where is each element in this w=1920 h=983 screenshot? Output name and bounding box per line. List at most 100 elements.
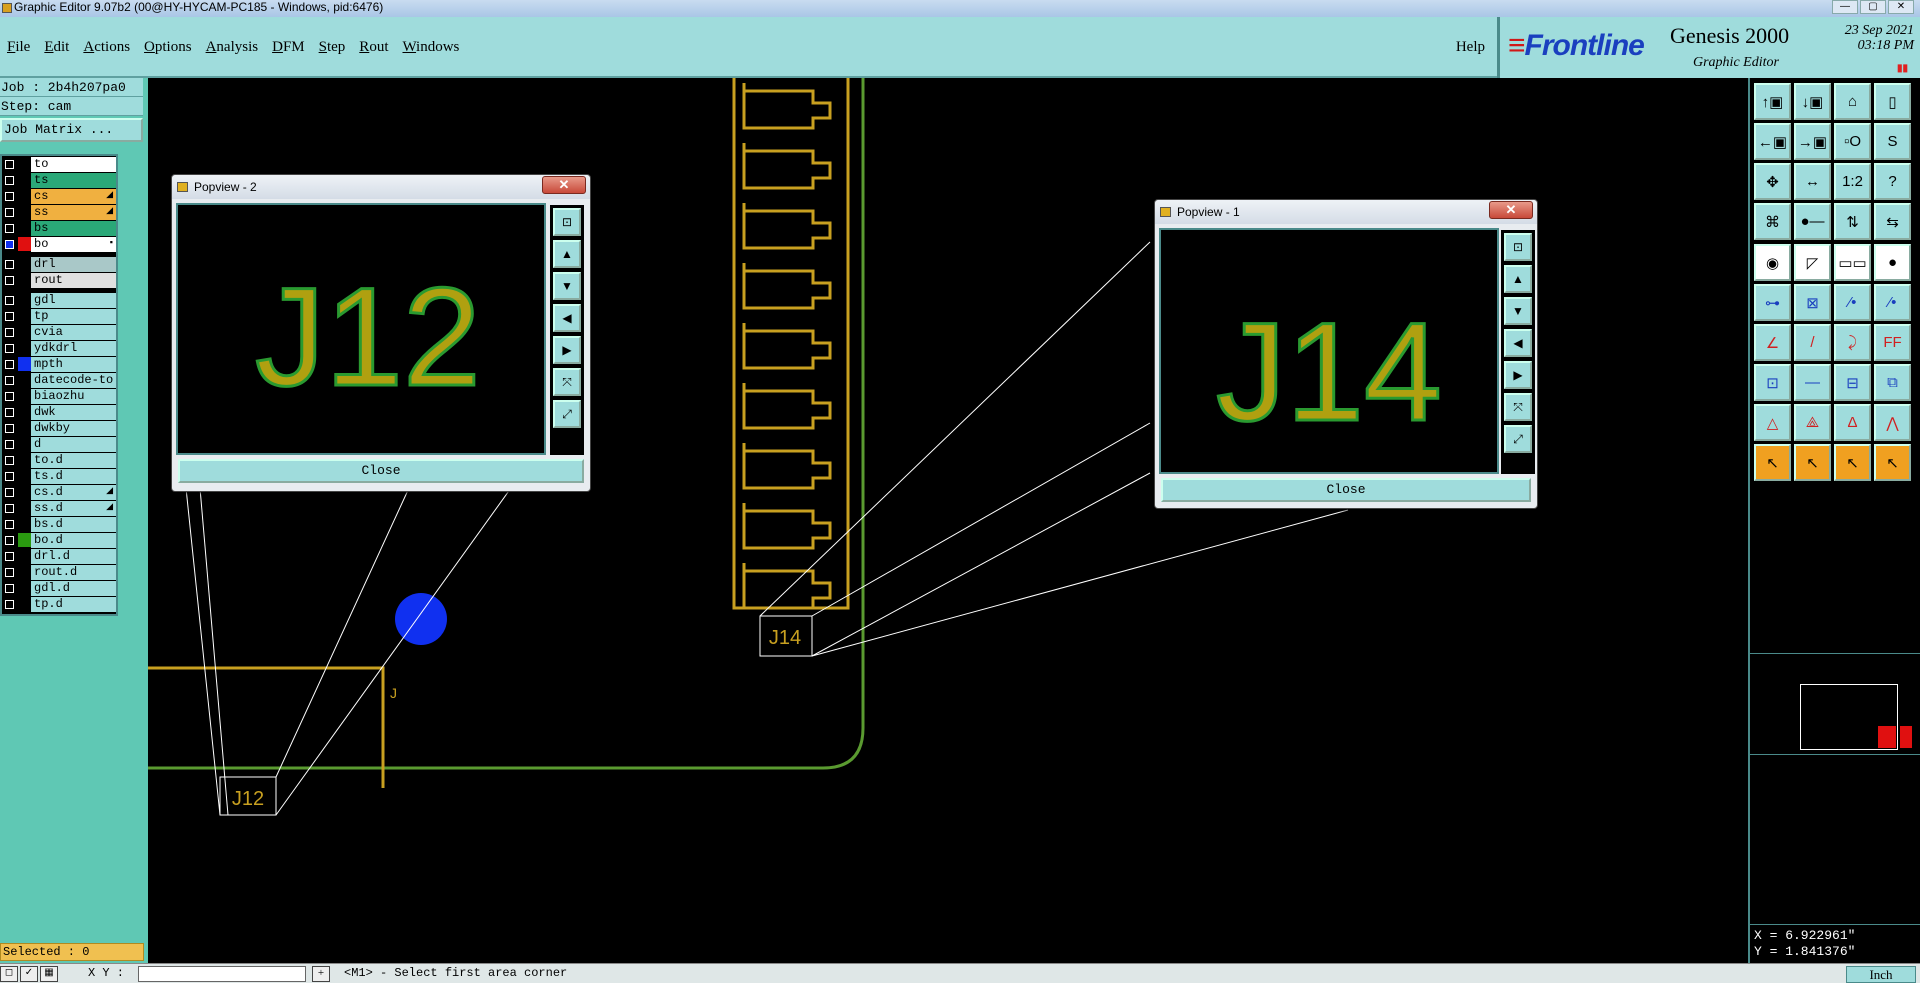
- tool-row8-1-icon[interactable]: ⊡: [1754, 364, 1791, 401]
- tool-row10-1-icon[interactable]: ↖: [1754, 444, 1791, 481]
- layer-name[interactable]: bo.d: [31, 532, 116, 548]
- layer-checkbox[interactable]: [5, 503, 14, 513]
- layer-row[interactable]: gdl.d: [2, 580, 116, 596]
- layer-name[interactable]: drl: [31, 256, 116, 272]
- tool-row5-3-icon[interactable]: ▭▭: [1834, 244, 1871, 281]
- layer-row[interactable]: ss.d ◢: [2, 500, 116, 516]
- layer-name[interactable]: ydkdrl: [31, 340, 116, 356]
- tool-row1-4-icon[interactable]: ▯: [1874, 83, 1911, 120]
- popview-2-close-icon[interactable]: ✕: [542, 176, 586, 194]
- layer-checkbox[interactable]: [5, 455, 14, 465]
- layer-checkbox[interactable]: [5, 175, 14, 185]
- pan-left-icon[interactable]: ◀: [553, 304, 581, 332]
- layer-row[interactable]: ydkdrl: [2, 340, 116, 356]
- layer-row[interactable]: drl: [2, 256, 116, 272]
- xy-input[interactable]: [138, 966, 306, 982]
- tool-row4-2-icon[interactable]: ●—: [1794, 203, 1831, 240]
- layer-checkbox[interactable]: [5, 407, 14, 417]
- tool-row9-2-icon[interactable]: ⟁: [1794, 404, 1831, 441]
- menu-rout[interactable]: Rout: [352, 39, 395, 56]
- layer-name[interactable]: gdl: [31, 292, 116, 308]
- plus-button[interactable]: +: [312, 966, 330, 982]
- layer-checkbox[interactable]: [5, 343, 14, 353]
- tool-row8-3-icon[interactable]: ⊟: [1834, 364, 1871, 401]
- tool-row7-2-icon[interactable]: /: [1794, 324, 1831, 361]
- pan-right-icon[interactable]: ▶: [1504, 361, 1532, 389]
- layer-name[interactable]: rout: [31, 272, 116, 288]
- layer-checkbox[interactable]: [5, 375, 14, 385]
- layer-name[interactable]: ts: [31, 172, 116, 188]
- tool-row3-3-icon[interactable]: 1:2: [1834, 163, 1871, 200]
- tool-row7-4-icon[interactable]: FF: [1874, 324, 1911, 361]
- tool-row3-1-icon[interactable]: ✥: [1754, 163, 1791, 200]
- layer-row[interactable]: cvia: [2, 324, 116, 340]
- menu-windows[interactable]: Windows: [395, 39, 466, 56]
- tool-row6-2-icon[interactable]: ⊠: [1794, 284, 1831, 321]
- layer-checkbox[interactable]: [5, 391, 14, 401]
- pan-up-icon[interactable]: ▲: [1504, 265, 1532, 293]
- layer-checkbox[interactable]: [5, 471, 14, 481]
- tool-row2-1-icon[interactable]: ←▣: [1754, 123, 1791, 160]
- layer-row[interactable]: bs.d: [2, 516, 116, 532]
- layer-checkbox[interactable]: [5, 207, 14, 217]
- menu-help[interactable]: Help: [1456, 39, 1485, 56]
- layer-name[interactable]: bs: [31, 220, 116, 236]
- popview-1-close-icon[interactable]: ✕: [1489, 201, 1533, 219]
- popview-1-close-button[interactable]: Close: [1161, 478, 1531, 502]
- zoom-in-icon[interactable]: ⤢: [553, 400, 581, 428]
- tool-row6-4-icon[interactable]: ⁄•: [1874, 284, 1911, 321]
- layer-row[interactable]: cs ◢: [2, 188, 116, 204]
- menu-step[interactable]: Step: [312, 39, 353, 56]
- layer-checkbox[interactable]: [5, 567, 14, 577]
- layer-name[interactable]: d: [31, 436, 116, 452]
- layer-row[interactable]: cs.d ◢: [2, 484, 116, 500]
- zoom-out-icon[interactable]: ⤧: [1504, 393, 1532, 421]
- tool-row10-2-icon[interactable]: ↖: [1794, 444, 1831, 481]
- layer-row[interactable]: ss ◢: [2, 204, 116, 220]
- menu-edit[interactable]: Edit: [37, 39, 76, 56]
- layer-checkbox[interactable]: [5, 275, 14, 285]
- menu-actions[interactable]: Actions: [76, 39, 137, 56]
- layer-name[interactable]: to: [31, 156, 116, 172]
- tool-row4-3-icon[interactable]: ⇅: [1834, 203, 1871, 240]
- tool-row1-2-icon[interactable]: ↓▣: [1794, 83, 1831, 120]
- tool-row3-4-icon[interactable]: ?: [1874, 163, 1911, 200]
- menu-options[interactable]: Options: [137, 39, 199, 56]
- layer-row[interactable]: tp: [2, 308, 116, 324]
- tool-row6-3-icon[interactable]: ⁄•: [1834, 284, 1871, 321]
- layer-row[interactable]: bo ▪: [2, 236, 116, 252]
- tool-row9-4-icon[interactable]: ⋀: [1874, 404, 1911, 441]
- layer-name[interactable]: to.d: [31, 452, 116, 468]
- layer-row[interactable]: drl.d: [2, 548, 116, 564]
- layer-name[interactable]: datecode-to: [31, 372, 116, 388]
- minimap[interactable]: [1750, 653, 1920, 755]
- layer-name[interactable]: dwk: [31, 404, 116, 420]
- tool-row7-1-icon[interactable]: ∠: [1754, 324, 1791, 361]
- layer-row[interactable]: datecode-to: [2, 372, 116, 388]
- layer-row[interactable]: bs: [2, 220, 116, 236]
- tool-row3-2-icon[interactable]: ↔: [1794, 163, 1831, 200]
- tool-row10-3-icon[interactable]: ↖: [1834, 444, 1871, 481]
- layer-row[interactable]: biaozhu: [2, 388, 116, 404]
- tool-row1-1-icon[interactable]: ↑▣: [1754, 83, 1791, 120]
- tool-row7-3-icon[interactable]: ⤸: [1834, 324, 1871, 361]
- layer-checkbox[interactable]: [5, 487, 14, 497]
- layer-row[interactable]: rout: [2, 272, 116, 288]
- layer-name[interactable]: mpth: [31, 356, 116, 372]
- layer-row[interactable]: dwk: [2, 404, 116, 420]
- layer-row[interactable]: to: [2, 156, 116, 172]
- tool-row5-1-icon[interactable]: ◉: [1754, 244, 1791, 281]
- tool-row5-4-icon[interactable]: ●: [1874, 244, 1911, 281]
- layer-row[interactable]: tp.d: [2, 596, 116, 612]
- layer-row[interactable]: d: [2, 436, 116, 452]
- layer-row[interactable]: dwkby: [2, 420, 116, 436]
- units-button[interactable]: Inch: [1846, 966, 1916, 983]
- layer-checkbox[interactable]: [5, 423, 14, 433]
- popview-2-close-button[interactable]: Close: [178, 459, 584, 483]
- layer-name[interactable]: bo: [31, 236, 116, 252]
- zoom-home-icon[interactable]: ⊡: [1504, 233, 1532, 261]
- tool-row10-4-icon[interactable]: ↖: [1874, 444, 1911, 481]
- zoom-in-icon[interactable]: ⤢: [1504, 425, 1532, 453]
- tool-row4-1-icon[interactable]: ⌘: [1754, 203, 1791, 240]
- layer-checkbox[interactable]: [5, 223, 14, 233]
